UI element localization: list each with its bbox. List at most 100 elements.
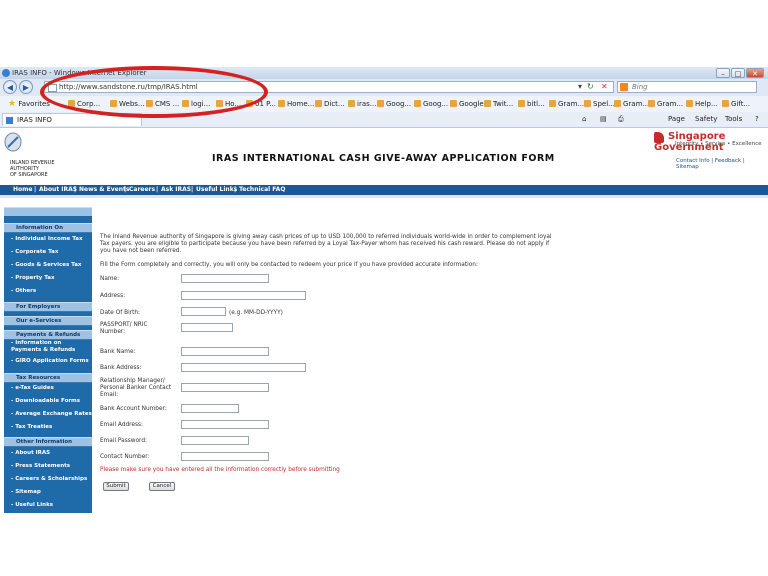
page-title: IRAS INTERNATIONAL CASH GIVE-AWAY APPLIC…	[212, 153, 555, 164]
sidebar-item[interactable]: - Others	[4, 287, 92, 296]
submit-button[interactable]: Submit	[103, 482, 129, 491]
print-icon[interactable]: ⎙	[618, 112, 624, 127]
sidebar-item[interactable]: - Average Exchange Rates	[4, 410, 92, 419]
favorites-button[interactable]: ★ Favorites	[8, 96, 50, 112]
nav-about-iras[interactable]: About IRAS	[39, 185, 77, 195]
favorite-item[interactable]: Corp...	[68, 96, 100, 112]
sidebar-item[interactable]: - Sitemap	[4, 488, 92, 497]
nav-home[interactable]: Home	[13, 185, 32, 195]
sidebar-item[interactable]: - Downloadable Forms	[4, 397, 92, 406]
sidebar-item[interactable]: - Corporate Tax	[4, 248, 92, 257]
sidebar-item[interactable]: - Goods & Services Tax	[4, 261, 92, 270]
address-dropdown-icon[interactable]: ▾	[578, 81, 582, 93]
favorite-item[interactable]: Webs...	[110, 96, 145, 112]
contact-number-label: Contact Number:	[100, 454, 150, 460]
sidebar-item[interactable]: - GIRO Application Forms	[4, 357, 92, 366]
favorite-label: Goog...	[386, 100, 412, 108]
sidebar-item[interactable]: - Careers & Scholarships	[4, 475, 92, 484]
sidebar-header-tax-resources[interactable]: Tax Resources	[4, 373, 92, 383]
stop-icon[interactable]: ✕	[601, 81, 608, 93]
email-label: Email Address:	[100, 422, 143, 428]
nav-technical-faq[interactable]: Technical FAQ	[239, 185, 285, 195]
favorite-item[interactable]: bitl...	[518, 96, 545, 112]
email-password-field[interactable]	[181, 436, 249, 445]
bank-address-field[interactable]	[181, 363, 306, 372]
maximize-button[interactable]: □	[731, 68, 745, 78]
favorite-item[interactable]: Google	[450, 96, 484, 112]
favorite-label: CMS ...	[155, 100, 180, 108]
sidebar-item[interactable]: - Useful Links	[4, 501, 92, 510]
nav-ask-iras[interactable]: Ask IRAS	[161, 185, 191, 195]
sidebar-header-other-information[interactable]: Other Information	[4, 437, 92, 447]
favorite-item[interactable]: logi...	[182, 96, 210, 112]
back-button[interactable]: ◀	[3, 80, 17, 94]
address-field[interactable]	[181, 291, 306, 300]
search-box[interactable]: Bing	[617, 81, 757, 93]
internet-explorer-icon	[2, 69, 10, 77]
sidebar-header-for-employers[interactable]: For Employers	[4, 302, 92, 312]
passport-field[interactable]	[181, 323, 233, 332]
nav-careers[interactable]: Careers	[129, 185, 155, 195]
cancel-button[interactable]: Cancel	[149, 482, 175, 491]
help-icon[interactable]: ?	[755, 112, 759, 127]
refresh-icon[interactable]: ↻	[587, 81, 594, 93]
nav-separator: |	[74, 186, 77, 193]
sidebar-item[interactable]: - Press Statements	[4, 462, 92, 471]
account-number-field[interactable]	[181, 404, 239, 413]
dob-field[interactable]	[181, 307, 226, 316]
favorite-item[interactable]: CMS ...	[146, 96, 179, 112]
favorite-item[interactable]: Gift...	[722, 96, 750, 112]
window-title: IRAS INFO - Windows Internet Explorer	[12, 69, 147, 77]
sidebar-item[interactable]: - Tax Treaties	[4, 423, 92, 432]
contact-number-field[interactable]	[181, 452, 269, 461]
address-bar[interactable]: http://www.sandstone.ru/tmp/IRAS.html	[44, 81, 614, 93]
favorite-item[interactable]: Home...	[278, 96, 314, 112]
minimize-button[interactable]: –	[716, 68, 730, 78]
favorite-item[interactable]: Help...	[686, 96, 718, 112]
sidebar-item[interactable]: - Property Tax	[4, 274, 92, 283]
home-icon[interactable]: ⌂	[582, 112, 586, 127]
sidebar-header-payments-refunds[interactable]: Payments & Refunds	[4, 330, 92, 340]
favorite-item[interactable]: 01 P...	[246, 96, 276, 112]
favorite-item[interactable]: Dict...	[315, 96, 345, 112]
nav-news-events[interactable]: News & Events	[79, 185, 129, 195]
favorite-item[interactable]: Ho...	[216, 96, 241, 112]
favorite-label: bitl...	[527, 100, 545, 108]
forward-button[interactable]: ▶	[19, 80, 33, 94]
favorite-item[interactable]: Goog...	[414, 96, 448, 112]
header-links[interactable]: Contact Info | Feedback | Sitemap	[676, 158, 768, 170]
bookmark-icon	[450, 100, 457, 107]
tools-menu[interactable]: Tools	[725, 112, 742, 127]
bookmark-icon	[182, 100, 189, 107]
page-menu[interactable]: Page	[668, 112, 685, 127]
sidebar-item[interactable]: - e-Tax Guides	[4, 384, 92, 393]
favorite-item[interactable]: iras...	[348, 96, 376, 112]
sidebar-item[interactable]: - Individual Income Tax	[4, 235, 92, 244]
bookmark-icon	[377, 100, 384, 107]
bank-name-field[interactable]	[181, 347, 269, 356]
favorite-label: Ho...	[225, 100, 242, 108]
relationship-manager-field[interactable]	[181, 383, 269, 392]
feeds-icon[interactable]: ▤	[600, 112, 607, 127]
favorite-item[interactable]: Twit...	[484, 96, 513, 112]
nav-useful-links[interactable]: Useful Links	[196, 185, 237, 195]
favorite-item[interactable]: Spel...	[584, 96, 615, 112]
favorite-item[interactable]: Gram...	[648, 96, 683, 112]
safety-menu[interactable]: Safety	[695, 112, 717, 127]
sidebar-item[interactable]: - About IRAS	[4, 449, 92, 458]
bookmark-icon	[216, 100, 223, 107]
favorite-item[interactable]: Goog...	[377, 96, 411, 112]
favorite-item[interactable]: Gram...	[614, 96, 649, 112]
name-field[interactable]	[181, 274, 269, 283]
search-placeholder: Bing	[632, 83, 648, 91]
close-window-button[interactable]: ✕	[746, 68, 764, 78]
favorite-item[interactable]: Gram...	[549, 96, 584, 112]
sidebar-item[interactable]: - Information on Payments & Refunds	[4, 340, 92, 354]
favorites-label: Favorites	[18, 100, 50, 108]
email-field[interactable]	[181, 420, 269, 429]
sidebar-header-our-eservices[interactable]: Our e-Services	[4, 316, 92, 326]
sidebar-header-information-on[interactable]: Information On	[4, 223, 92, 233]
tab-iras-info[interactable]: IRAS INFO	[2, 113, 142, 126]
favorites-bar: ★ Favorites Corp... Webs... CMS ... logi…	[0, 96, 768, 113]
name-label: Name:	[100, 276, 120, 282]
